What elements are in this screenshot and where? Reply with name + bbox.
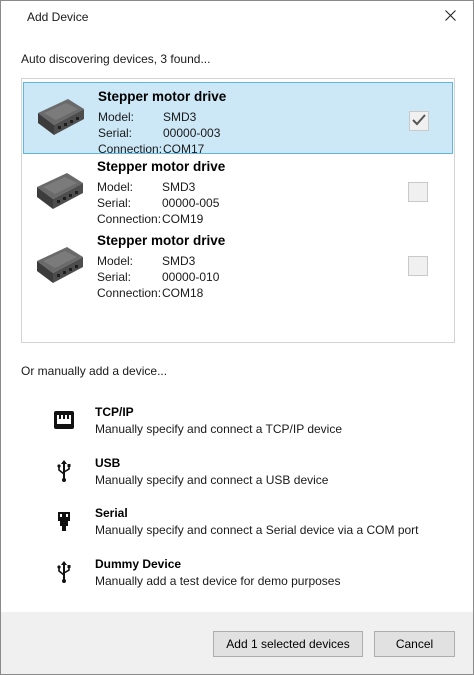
connection-value: COM17 bbox=[163, 142, 205, 156]
option-dummy-device[interactable]: Dummy Device Manually add a test device … bbox=[51, 557, 451, 597]
option-tcpip[interactable]: TCP/IP Manually specify and connect a TC… bbox=[51, 405, 451, 445]
device-checkbox[interactable] bbox=[408, 256, 428, 276]
option-description: Manually add a test device for demo purp… bbox=[95, 574, 341, 588]
close-icon bbox=[444, 10, 456, 24]
serial-value: 00000-005 bbox=[162, 196, 220, 210]
model-value: SMD3 bbox=[162, 180, 196, 194]
discovery-status: Auto discovering devices, 3 found... bbox=[21, 52, 211, 66]
ethernet-icon bbox=[51, 407, 77, 433]
device-name: Stepper motor drive bbox=[97, 159, 226, 174]
checkmark-icon bbox=[412, 113, 426, 129]
serial-value: 00000-003 bbox=[163, 126, 221, 140]
stepper-drive-image bbox=[33, 243, 85, 287]
title-bar: Add Device bbox=[1, 1, 473, 33]
option-description: Manually specify and connect a TCP/IP de… bbox=[95, 422, 343, 436]
option-usb[interactable]: USB Manually specify and connect a USB d… bbox=[51, 456, 451, 496]
model-label: Model: bbox=[97, 180, 134, 194]
serial-label: Serial: bbox=[97, 270, 132, 284]
option-title: Serial bbox=[95, 506, 128, 520]
connection-label: Connection: bbox=[98, 142, 163, 156]
device-name: Stepper motor drive bbox=[97, 233, 226, 248]
manual-add-header: Or manually add a device... bbox=[21, 364, 168, 378]
model-label: Model: bbox=[98, 110, 135, 124]
option-serial[interactable]: Serial Manually specify and connect a Se… bbox=[51, 506, 451, 546]
cancel-button[interactable]: Cancel bbox=[374, 631, 455, 657]
option-title: Dummy Device bbox=[95, 557, 182, 571]
window-title: Add Device bbox=[27, 10, 89, 24]
device-list[interactable]: Stepper motor drive Model: SMD3 Serial: … bbox=[21, 78, 455, 343]
connection-label: Connection: bbox=[97, 212, 162, 226]
close-button[interactable] bbox=[427, 1, 473, 33]
model-value: SMD3 bbox=[163, 110, 197, 124]
add-selected-devices-button[interactable]: Add 1 selected devices bbox=[213, 631, 363, 657]
model-value: SMD3 bbox=[162, 254, 196, 268]
device-checkbox[interactable] bbox=[409, 111, 429, 131]
dialog-footer: Add 1 selected devices Cancel bbox=[1, 612, 473, 674]
option-description: Manually specify and connect a Serial de… bbox=[95, 523, 419, 537]
usb-icon bbox=[51, 559, 77, 585]
device-name: Stepper motor drive bbox=[98, 89, 227, 104]
device-list-item[interactable]: Stepper motor drive Model: SMD3 Serial: … bbox=[23, 82, 453, 156]
stepper-drive-image bbox=[33, 169, 85, 213]
device-list-item[interactable]: Stepper motor drive Model: SMD3 Serial: … bbox=[23, 157, 453, 229]
serial-label: Serial: bbox=[98, 126, 133, 140]
option-title: TCP/IP bbox=[95, 405, 134, 419]
usb-icon bbox=[51, 458, 77, 484]
model-label: Model: bbox=[97, 254, 134, 268]
connection-value: COM18 bbox=[162, 286, 204, 300]
option-description: Manually specify and connect a USB devic… bbox=[95, 473, 329, 487]
connection-label: Connection: bbox=[97, 286, 162, 300]
connection-value: COM19 bbox=[162, 212, 204, 226]
device-checkbox[interactable] bbox=[408, 182, 428, 202]
device-list-item[interactable]: Stepper motor drive Model: SMD3 Serial: … bbox=[23, 231, 453, 303]
stepper-drive-image bbox=[34, 95, 86, 139]
serial-label: Serial: bbox=[97, 196, 132, 210]
option-title: USB bbox=[95, 456, 121, 470]
add-device-window: Add Device Auto discovering devices, 3 f… bbox=[0, 0, 474, 675]
serial-port-icon bbox=[51, 508, 77, 534]
serial-value: 00000-010 bbox=[162, 270, 220, 284]
